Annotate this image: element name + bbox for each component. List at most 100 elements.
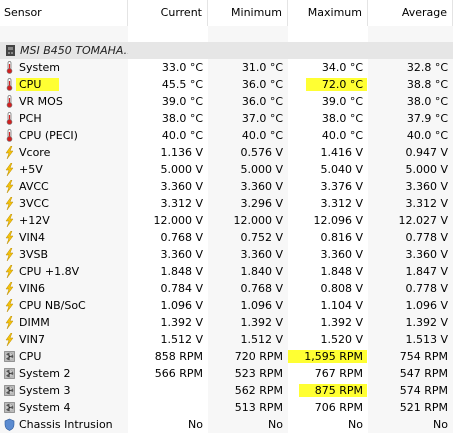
sensor-maximum-cell: 5.040 V [288,161,368,178]
sensor-row[interactable]: VIN4 0.768 V 0.752 V 0.816 V 0.778 V [0,229,453,246]
sensor-row[interactable]: AVCC 3.360 V 3.360 V 3.376 V 3.360 V [0,178,453,195]
sensor-row[interactable]: VIN7 1.512 V 1.512 V 1.520 V 1.513 V [0,331,453,348]
lightning-icon [4,213,15,228]
lightning-icon [4,196,15,211]
sensor-current-cell: 1.848 V [128,263,208,280]
sensor-current-cell: 858 RPM [128,348,208,365]
sensor-name: System 3 [19,384,71,397]
sensor-current-value: 38.0 °C [161,112,203,125]
sensor-row[interactable]: System 4 513 RPM 706 RPM 521 RPM [0,399,453,416]
sensor-row[interactable]: VR MOS 39.0 °C 36.0 °C 39.0 °C 38.0 °C [0,93,453,110]
sensor-row[interactable]: +5V 5.000 V 5.000 V 5.040 V 5.000 V [0,161,453,178]
sensor-current-value: No [188,418,203,431]
device-band-cell [128,42,208,59]
sensor-row[interactable]: CPU NB/SoC 1.096 V 1.096 V 1.104 V 1.096 V [0,297,453,314]
sensor-row[interactable]: +12V 12.000 V 12.000 V 12.096 V 12.027 V [0,212,453,229]
sensor-row[interactable]: CPU 858 RPM 720 RPM 1,595 RPM 754 RPM [0,348,453,365]
sensor-minimum-value: 1.392 V [240,316,283,329]
fan-icon [4,350,15,363]
sensor-name: Vcore [19,146,51,159]
sensor-maximum-cell: 1.416 V [288,144,368,161]
sensor-minimum-cell: 1.840 V [208,263,288,280]
sensor-row[interactable]: CPU 45.5 °C 36.0 °C 72.0 °C 38.8 °C [0,76,453,93]
sensor-row[interactable]: System 3 562 RPM 875 RPM 574 RPM [0,382,453,399]
sensor-current-value: 33.0 °C [161,61,203,74]
sensor-minimum-cell: 1.512 V [208,331,288,348]
device-band-cell [368,42,453,59]
sensor-maximum-value: 767 RPM [314,367,363,380]
column-header-sensor[interactable]: Sensor [0,0,128,26]
sensor-minimum-value: 562 RPM [234,384,283,397]
sensor-maximum-cell: 1.104 V [288,297,368,314]
sensor-name-cell: +5V [0,161,128,178]
sensor-maximum-cell: 767 RPM [288,365,368,382]
sensor-average-cell: 0.947 V [368,144,453,161]
sensor-minimum-cell: 0.768 V [208,280,288,297]
sensor-name: +5V [19,163,43,176]
column-header-maximum[interactable]: Maximum [288,0,368,26]
sensor-name-cell: DIMM [0,314,128,331]
sensor-row[interactable]: CPU +1.8V 1.848 V 1.840 V 1.848 V 1.847 V [0,263,453,280]
sensor-current-value: 1.136 V [160,146,203,159]
sensor-name: +12V [19,214,50,227]
sensor-average-value: 1.513 V [405,333,448,346]
sensor-average-cell: 0.778 V [368,229,453,246]
sensor-minimum-cell: 5.000 V [208,161,288,178]
fan-icon [4,384,15,397]
thermometer-icon [4,112,15,125]
sensor-row[interactable]: System 2 566 RPM 523 RPM 767 RPM 547 RPM [0,365,453,382]
thermometer-icon [4,129,15,142]
sensor-minimum-value: 12.000 V [233,214,283,227]
sensor-maximum-cell: 875 RPM [288,382,368,399]
sensor-maximum-value: 706 RPM [314,401,363,414]
sensor-minimum-value: No [268,418,283,431]
device-row[interactable]: MSI B450 TOMAHA... [0,42,453,59]
sensor-minimum-value: 5.000 V [240,163,283,176]
sensor-minimum-value: 1.512 V [240,333,283,346]
column-header-current[interactable]: Current [128,0,208,26]
sensor-maximum-value: No [348,418,363,431]
sensor-maximum-value: 5.040 V [320,163,363,176]
sensor-name: AVCC [19,180,49,193]
sensor-average-cell: 0.778 V [368,280,453,297]
sensor-average-cell: 521 RPM [368,399,453,416]
sensor-minimum-cell: 3.360 V [208,246,288,263]
sensor-minimum-cell: 1.392 V [208,314,288,331]
sensor-row[interactable]: PCH 38.0 °C 37.0 °C 38.0 °C 37.9 °C [0,110,453,127]
column-header-minimum[interactable]: Minimum [208,0,288,26]
sensor-current-cell: 0.768 V [128,229,208,246]
sensor-row[interactable]: Vcore 1.136 V 0.576 V 1.416 V 0.947 V [0,144,453,161]
sensor-current-cell: 1.512 V [128,331,208,348]
sensor-maximum-value: 39.0 °C [321,95,363,108]
sensor-minimum-value: 1.096 V [240,299,283,312]
sensor-average-value: 12.027 V [398,214,448,227]
sensor-name: VR MOS [19,95,63,108]
sensor-current-cell: 1.136 V [128,144,208,161]
sensor-name: VIN6 [19,282,45,295]
sensor-maximum-value: 3.312 V [320,197,363,210]
sensor-name-cell: VR MOS [0,93,128,110]
sensor-maximum-value: 34.0 °C [321,61,363,74]
sensor-name-cell: Chassis Intrusion [0,416,128,433]
sensor-current-cell [128,382,208,399]
sensor-grid: Sensor Current Minimum Maximum Average M… [0,0,453,433]
sensor-current-value: 1.096 V [160,299,203,312]
column-header-row: Sensor Current Minimum Maximum Average [0,0,453,26]
sensor-current-cell: 0.784 V [128,280,208,297]
column-header-average[interactable]: Average [368,0,453,26]
sensor-minimum-value: 3.360 V [240,248,283,261]
sensor-name-cell: AVCC [0,178,128,195]
sensor-name: VIN4 [19,231,45,244]
sensor-row[interactable]: 3VSB 3.360 V 3.360 V 3.360 V 3.360 V [0,246,453,263]
sensor-current-cell: 3.360 V [128,246,208,263]
sensor-name-cell: System [0,59,128,76]
sensor-name-cell: VIN4 [0,229,128,246]
sensor-row[interactable]: System 33.0 °C 31.0 °C 34.0 °C 32.8 °C [0,59,453,76]
sensor-row[interactable]: VIN6 0.784 V 0.768 V 0.808 V 0.778 V [0,280,453,297]
sensor-row[interactable]: CPU (PECI) 40.0 °C 40.0 °C 40.0 °C 40.0 °C [0,127,453,144]
sensor-row[interactable]: DIMM 1.392 V 1.392 V 1.392 V 1.392 V [0,314,453,331]
sensor-row[interactable]: 3VCC 3.312 V 3.296 V 3.312 V 3.312 V [0,195,453,212]
sensor-maximum-cell: 1.520 V [288,331,368,348]
sensor-row[interactable]: Chassis Intrusion No No No No [0,416,453,433]
spacer-cell [288,26,368,42]
